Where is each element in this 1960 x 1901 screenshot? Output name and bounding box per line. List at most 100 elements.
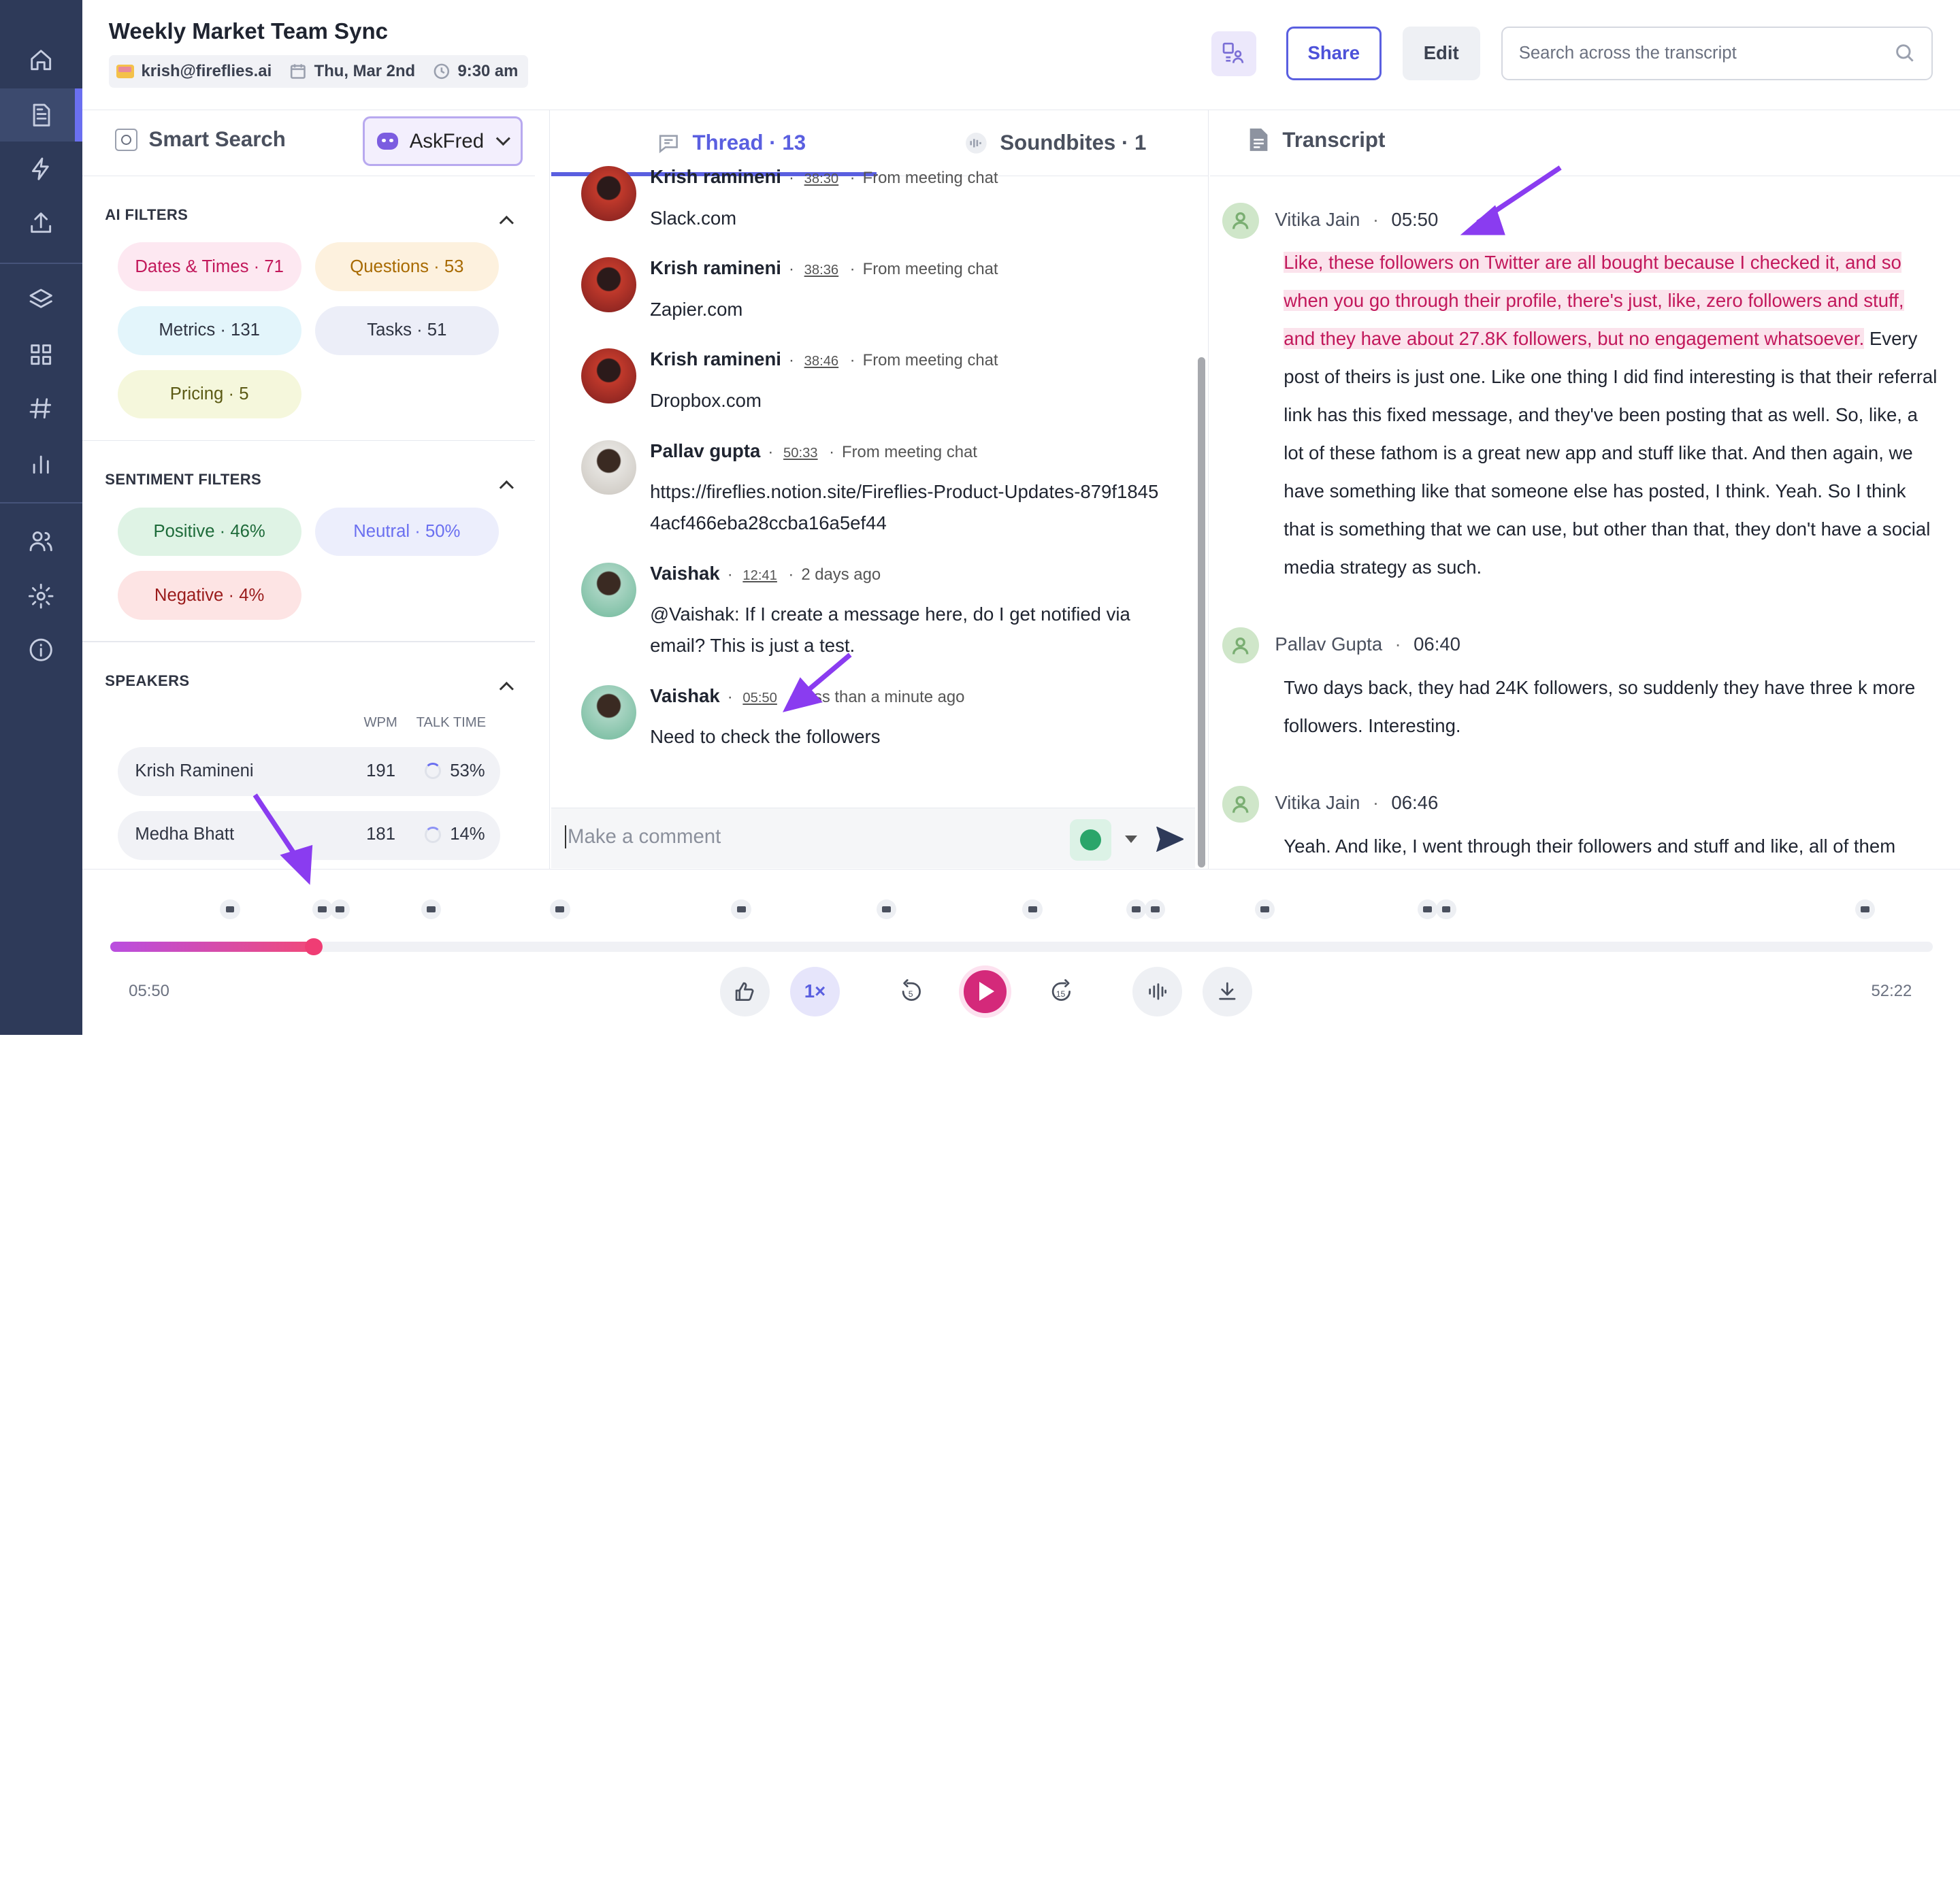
transcript-entry-header: Vitika Jain · 06:46 [1275,792,1439,814]
filter-positive[interactable]: Positive · 46% [117,507,301,557]
comment-marker-icon[interactable] [550,899,570,919]
download-button[interactable] [1202,966,1253,1017]
participants-button[interactable] [1211,31,1256,77]
thumbs-up-button[interactable] [719,966,770,1017]
comment-marker-icon[interactable] [1145,899,1165,919]
comment-marker-icon[interactable] [1417,899,1438,919]
askfred-dropdown[interactable]: AskFred [362,116,523,167]
speaker-avatar [1222,202,1259,239]
separator-dot: · [727,687,733,706]
nav-team[interactable] [0,515,82,567]
current-time: 05:50 [129,981,169,1000]
speaker-avatar [1222,786,1259,823]
nav-info[interactable] [0,624,82,676]
speaker-row[interactable]: Krish Ramineni 191 53% [117,747,500,796]
speakers-heading: SPEAKERS [105,672,190,690]
entry-timestamp[interactable]: 06:40 [1414,633,1460,655]
nav-analytics[interactable] [0,437,82,490]
progress-track[interactable] [110,942,1933,952]
message-timestamp[interactable]: 50:33 [783,446,818,461]
comment-marker-icon[interactable] [1855,899,1876,919]
nav-topics[interactable] [0,274,82,326]
filter-pricing[interactable]: Pricing · 5 [117,369,301,419]
transcript-search-input[interactable]: Search across the transcript [1501,26,1933,80]
playback-speed-button[interactable]: 1× [789,966,840,1017]
thumbs-up-marker-icon[interactable] [731,899,751,919]
visibility-dropdown-icon[interactable] [1125,835,1138,843]
nav-separator [0,502,83,504]
message-timestamp[interactable]: 38:36 [804,263,839,278]
speaker-row[interactable]: Medha Bhatt 181 14% [117,811,500,860]
collapse-ai-filters-icon[interactable] [499,215,514,230]
separator-dot: · [788,565,794,584]
user-icon [1232,637,1249,655]
message-header: Pallav gupta · 50:33 · From meeting chat [650,440,977,462]
comment-input[interactable]: Make a comment [565,825,721,849]
message-timestamp[interactable]: 38:46 [804,354,839,369]
audio-player: 05:50 52:22 1× 5 15 [82,868,1960,1035]
document-icon [1250,129,1268,152]
avatar [581,166,636,222]
talk-time-value: 14% [450,825,485,844]
comment-marker-icon[interactable] [1022,899,1043,919]
comment-marker-icon[interactable] [1126,899,1147,919]
tab-soundbites-label: Soundbites · 1 [1000,131,1147,155]
entry-timestamp[interactable]: 05:50 [1391,209,1438,230]
nav-channels[interactable] [0,382,82,435]
filter-dates-times[interactable]: Dates & Times · 71 [117,242,301,291]
gear-icon [29,583,54,609]
speaker-talk-time: 53% [425,761,485,781]
pin-marker-icon[interactable] [220,899,240,919]
filter-questions[interactable]: Questions · 53 [314,242,499,291]
message-timestamp[interactable]: 12:41 [742,568,777,584]
home-icon [31,50,52,71]
separator-dot: · [727,565,733,584]
transcript-text: Two days back, they had 24K followers, s… [1284,676,1916,736]
thread-scrollbar[interactable] [1197,357,1205,867]
robot-icon [376,132,399,150]
smart-search-panel: Smart Search AskFred AI FILTERS Dates & … [82,110,551,869]
play-button[interactable] [958,965,1011,1019]
message-source: 2 days ago [801,565,881,584]
filter-tasks[interactable]: Tasks · 51 [314,305,499,355]
progress-handle[interactable] [305,938,323,956]
thumbs-down-marker-icon[interactable] [876,899,896,919]
edit-button[interactable]: Edit [1402,26,1480,80]
message-timestamp[interactable]: 05:50 [742,691,777,706]
smart-search-header: Smart Search AskFred [82,110,536,176]
thumbs-up-marker-icon[interactable] [421,899,442,919]
comment-composer: Make a comment [551,807,1195,869]
collapse-speakers-icon[interactable] [499,681,514,696]
separator-dot: · [849,351,855,370]
message-header: Vaishak · 12:41 · 2 days ago [650,563,881,584]
entry-timestamp[interactable]: 06:46 [1391,792,1438,813]
share-button[interactable]: Share [1286,26,1382,80]
visibility-button[interactable] [1070,819,1111,861]
comment-marker-icon[interactable] [1255,899,1275,919]
nav-settings[interactable] [0,570,82,623]
user-icon [1232,796,1249,813]
comment-marker-icon[interactable] [1436,899,1456,919]
send-button[interactable] [1156,826,1185,853]
nav-home[interactable] [0,34,82,86]
forward-button[interactable]: 15 [1036,967,1086,1016]
nav-automations[interactable] [0,142,82,195]
message-timestamp[interactable]: 38:30 [804,171,839,187]
wpm-column-header: WPM [363,714,397,730]
separator-dot: · [768,442,774,461]
search-icon [1896,44,1914,63]
filter-neutral[interactable]: Neutral · 50% [314,507,499,557]
rewind-button[interactable]: 5 [886,967,936,1016]
thumbs-down-marker-icon[interactable] [329,899,350,919]
layers-icon [30,288,53,308]
nav-apps[interactable] [0,329,82,381]
soundbite-button[interactable] [1132,966,1183,1017]
collapse-sentiment-icon[interactable] [499,480,514,495]
nav-meetings[interactable] [0,88,83,142]
filter-negative[interactable]: Negative · 4% [117,571,301,620]
meeting-title: Weekly Market Team Sync [108,18,389,44]
filter-metrics[interactable]: Metrics · 131 [117,305,301,355]
time-chip: 9:30 am [433,62,518,81]
rewind-5-icon: 5 [902,979,921,1002]
nav-upload[interactable] [0,196,82,248]
